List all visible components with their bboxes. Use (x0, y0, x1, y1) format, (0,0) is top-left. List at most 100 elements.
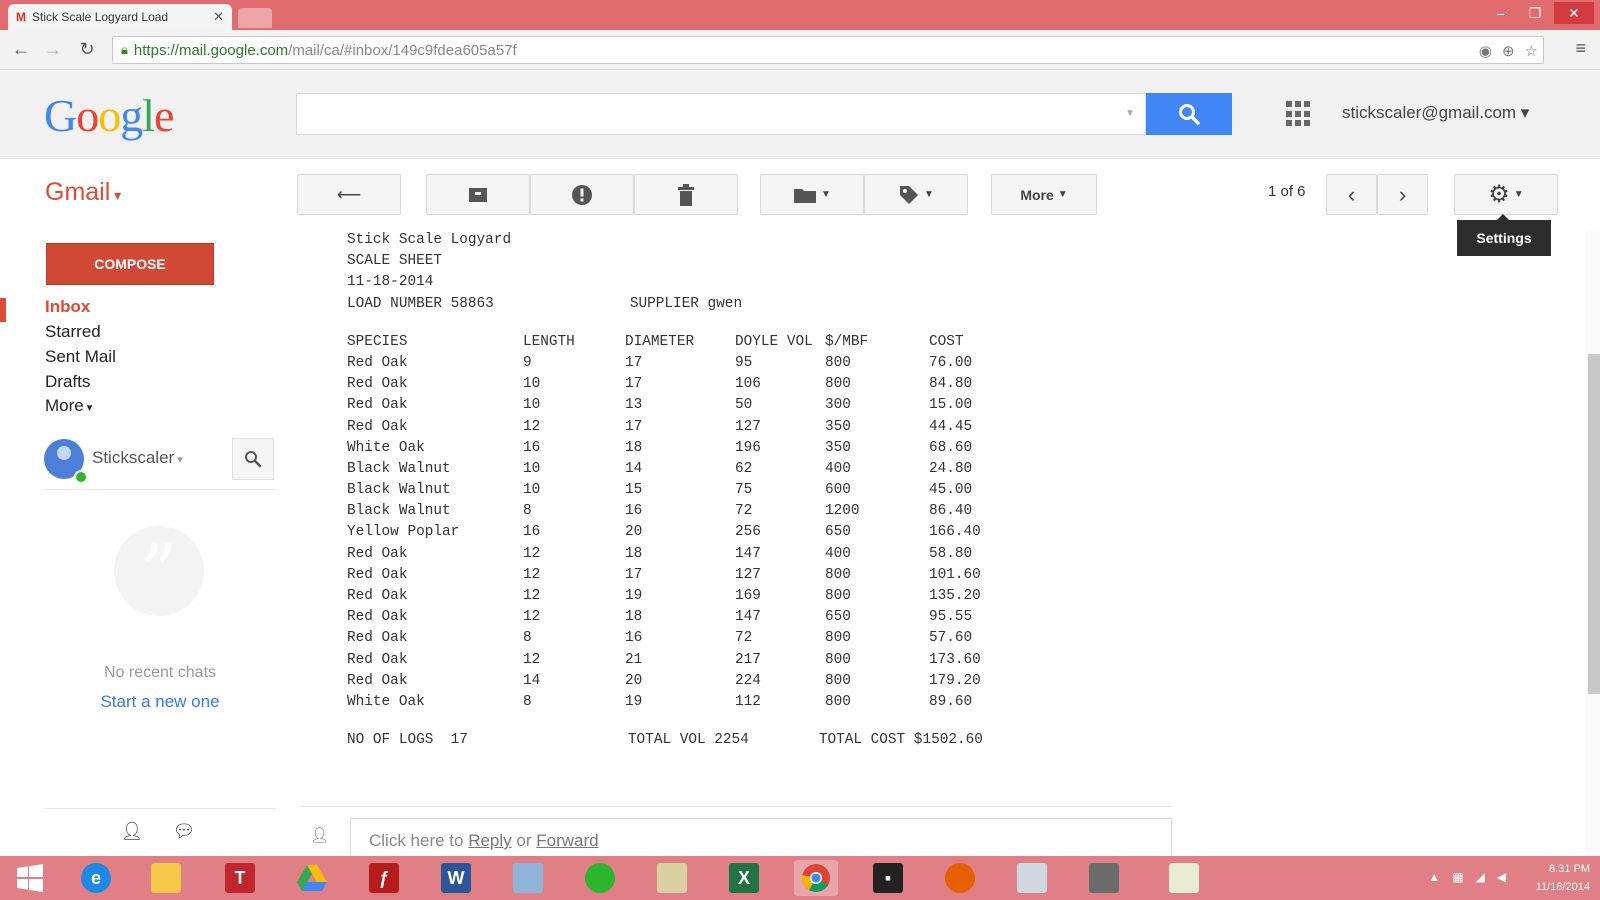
ticket-app-icon[interactable] (1162, 860, 1206, 896)
file-explorer-icon[interactable] (144, 860, 188, 896)
length-cell: 10 (523, 376, 541, 393)
folder-app-icon[interactable] (506, 860, 550, 896)
compose-button[interactable]: COMPOSE (46, 243, 214, 285)
google-logo[interactable]: Google (44, 89, 174, 142)
window-close-icon[interactable]: ✕ (1554, 2, 1594, 24)
move-to-button[interactable]: ▼ (760, 174, 864, 215)
search-button[interactable] (1146, 93, 1232, 135)
url-host: https://mail.google.com (133, 41, 289, 59)
species-cell: Red Oak (347, 376, 408, 393)
restore-icon[interactable]: ❐ (1520, 2, 1550, 24)
screen: M Stick Scale Logyard Load ✕ – ❐ ✕ ← → ↻… (0, 0, 1600, 900)
older-button[interactable]: › (1377, 174, 1428, 215)
scrollbar-thumb[interactable] (1588, 354, 1600, 694)
online-status-icon (74, 470, 88, 484)
address-bar[interactable]: 🔒︎ https://mail.google.com /mail/ca/#inb… (112, 36, 1544, 64)
minimize-icon[interactable]: – (1486, 2, 1516, 24)
cost-cell: 179.20 (929, 672, 981, 689)
firefox-icon[interactable] (938, 860, 982, 896)
sidebar-item-starred[interactable]: Starred (45, 322, 101, 342)
back-arrow-icon: ⟵ (336, 184, 362, 204)
reply-box[interactable]: Click here to Reply or Forward (350, 818, 1172, 858)
trash-icon (678, 183, 694, 206)
sidebar-item-sent-mail[interactable]: Sent Mail (45, 347, 116, 367)
price-mbf-cell: 800 (825, 566, 851, 583)
back-to-inbox-button[interactable]: ⟵ (297, 174, 401, 215)
search-icon (245, 451, 262, 468)
sidebar-item-inbox[interactable]: Inbox (45, 297, 90, 317)
satellite-app-icon[interactable] (1010, 860, 1054, 896)
report-spam-button[interactable] (530, 174, 634, 215)
more-button[interactable]: More ▼ (991, 174, 1097, 215)
length-cell: 10 (523, 482, 541, 499)
network-icon[interactable]: ▦ (1452, 870, 1463, 884)
windows-start-icon[interactable] (8, 860, 52, 896)
browser-tab[interactable]: M Stick Scale Logyard Load ✕ (8, 4, 232, 30)
start-new-chat-link[interactable]: Start a new one (44, 692, 276, 712)
browser-menu-icon[interactable]: ≡ (1575, 38, 1586, 59)
doyle-vol-cell: 72 (735, 630, 753, 647)
hangouts-user-name[interactable]: Stickscaler ▾ (92, 448, 183, 468)
apps-grid-icon[interactable] (1286, 101, 1312, 127)
t-app-icon[interactable]: T (218, 860, 262, 896)
sidebar-item-more[interactable]: More ▾ (45, 396, 92, 416)
doyle-vol-cell: 147 (735, 545, 761, 562)
terminal-icon[interactable]: ▪ (866, 860, 910, 896)
no-recent-chats-text: No recent chats (103, 664, 217, 681)
google-drive-icon[interactable] (290, 860, 334, 896)
active-nav-marker (0, 298, 6, 322)
hangouts-search-button[interactable] (232, 438, 274, 480)
table-row: Black Walnut 10 14 62 400 24.80 (347, 459, 1009, 480)
signal-icon[interactable]: ◢ (1476, 870, 1485, 884)
bookmark-star-icon[interactable]: ☆ (1525, 42, 1538, 60)
internet-explorer-icon[interactable]: e (74, 860, 118, 896)
labels-button[interactable]: ▼ (864, 174, 968, 215)
account-menu[interactable]: stickscaler@gmail.com ▾ (1342, 103, 1529, 123)
price-mbf-cell: 800 (825, 630, 851, 647)
price-mbf-cell: 400 (825, 460, 851, 477)
delete-button[interactable] (634, 174, 738, 215)
word-icon[interactable]: W (434, 860, 478, 896)
notepad-app-icon[interactable] (650, 860, 694, 896)
new-tab-button[interactable] (238, 8, 272, 28)
chrome-icon[interactable] (794, 860, 838, 896)
hangouts-user-row: Stickscaler ▾ (44, 434, 276, 490)
contacts-person-icon[interactable]: 👤︎ (120, 819, 144, 843)
reload-icon[interactable]: ↻ (76, 38, 98, 60)
window-controls: – ❐ ✕ (1486, 2, 1594, 24)
tab-close-icon[interactable]: ✕ (213, 9, 224, 25)
gmail-favicon-icon: M (16, 10, 26, 24)
reply-divider (298, 806, 1172, 807)
cost-cell: 68.60 (929, 439, 973, 456)
cost-cell: 89.60 (929, 693, 973, 710)
acrobat-reader-icon[interactable]: ƒ (362, 860, 406, 896)
sidebar-item-drafts[interactable]: Drafts (45, 372, 90, 392)
newer-button[interactable]: ‹ (1326, 174, 1377, 215)
search-options-icon[interactable]: ▼ (1125, 108, 1135, 119)
taskbar-clock[interactable]: 8:31 PM 11/18/2014 (1536, 860, 1590, 896)
length-cell: 12 (523, 545, 541, 562)
forward-arrow-icon[interactable]: → (42, 38, 64, 60)
lock-icon: 🔒︎ (121, 42, 128, 57)
eye-icon[interactable]: ◉ (1479, 42, 1492, 60)
search-input[interactable]: ▼ (296, 93, 1146, 135)
cost-cell: 15.00 (929, 397, 973, 414)
gmail-menu[interactable]: Gmail ▾ (45, 178, 121, 207)
species-cell: Red Oak (347, 418, 408, 435)
cost-cell: 58.80 (929, 545, 973, 562)
tray-expand-icon[interactable]: ▲ (1428, 870, 1440, 884)
back-arrow-icon[interactable]: ← (10, 38, 32, 60)
forward-link[interactable]: Forward (536, 831, 598, 850)
settings-button[interactable]: ⚙ ▼ (1454, 174, 1558, 215)
database-app-icon[interactable] (1082, 860, 1126, 896)
excel-icon[interactable]: X (722, 860, 766, 896)
species-cell: White Oak (347, 693, 425, 710)
archive-icon (469, 187, 487, 202)
hangouts-chat-icon[interactable]: 💬︎ (172, 819, 196, 843)
volume-icon[interactable]: ◀ (1497, 870, 1506, 884)
green-circle-app-icon[interactable] (578, 860, 622, 896)
url-path: /mail/ca/#inbox/149c9fdea605a57f (288, 41, 517, 59)
reply-link[interactable]: Reply (468, 831, 511, 850)
archive-button[interactable] (426, 174, 530, 215)
zoom-icon[interactable]: ⊕ (1502, 42, 1515, 60)
